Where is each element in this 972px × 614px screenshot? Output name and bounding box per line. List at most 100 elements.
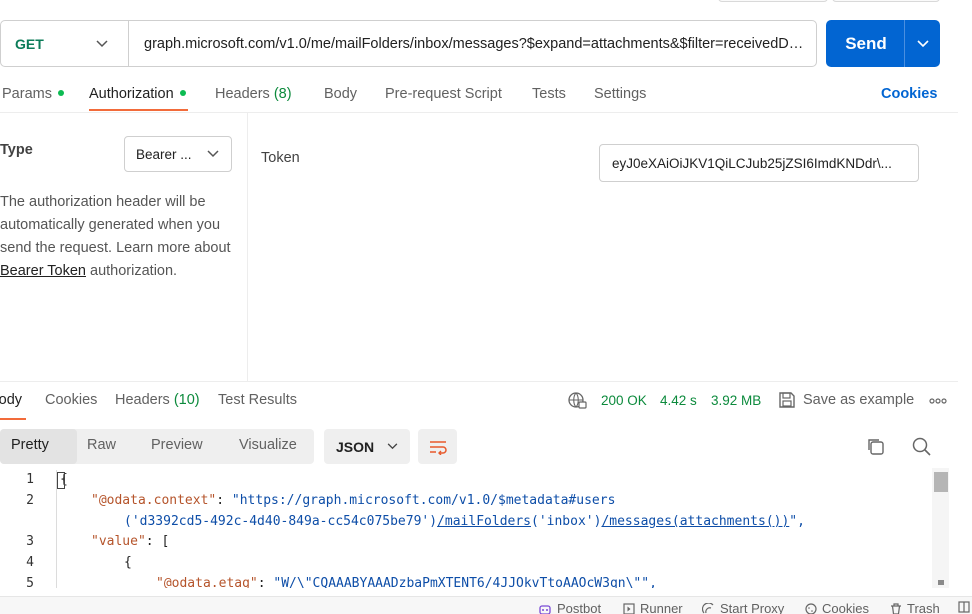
active-tab-underline bbox=[89, 109, 188, 111]
tab-test-results[interactable]: Test Results bbox=[218, 392, 297, 408]
layout-icon[interactable] bbox=[958, 601, 970, 613]
bearer-token-link[interactable]: Bearer Token bbox=[0, 263, 86, 279]
params-indicator-dot bbox=[57, 90, 64, 97]
url-input[interactable]: graph.microsoft.com/v1.0/me/mailFolders/… bbox=[129, 36, 809, 52]
tab-settings[interactable]: Settings bbox=[594, 86, 646, 102]
code-line: ('d3392cd5-492c-4d40-849a-cc54c075be79')… bbox=[124, 514, 805, 529]
headers-count: (8) bbox=[273, 86, 292, 102]
tab-tests[interactable]: Tests bbox=[532, 86, 566, 102]
code-line: { bbox=[124, 555, 132, 570]
url-bar: GET graph.microsoft.com/v1.0/me/mailFold… bbox=[0, 20, 817, 67]
send-options-chevron-icon[interactable] bbox=[905, 39, 940, 48]
json-punct: : bbox=[257, 576, 274, 588]
tab-response-cookies[interactable]: Cookies bbox=[45, 392, 97, 408]
footer-runner[interactable]: Runner bbox=[623, 601, 683, 614]
postbot-icon bbox=[538, 603, 552, 614]
save-as-example-button[interactable]: Save as example bbox=[803, 392, 914, 408]
code-line: "@odata.context": "https://graph.microso… bbox=[91, 493, 615, 508]
footer-start-proxy[interactable]: Start Proxy bbox=[702, 601, 784, 614]
tab-headers-label: Headers bbox=[215, 86, 270, 102]
cookies-link[interactable]: Cookies bbox=[881, 86, 937, 102]
divider bbox=[0, 381, 958, 382]
tab-params[interactable]: Params bbox=[2, 86, 64, 102]
tab-authorization[interactable]: Authorization bbox=[89, 86, 186, 102]
token-value: eyJ0eXAiOiJKV1QiLCJub25jZSI6ImdKNDdr\... bbox=[612, 155, 892, 171]
token-input[interactable]: eyJ0eXAiOiJKV1QiLCJub25jZSI6ImdKNDdr\... bbox=[599, 144, 919, 182]
json-string: ", bbox=[789, 514, 805, 529]
json-string: "https://graph.microsoft.com/v1.0/$metad… bbox=[231, 493, 616, 508]
footer-postbot[interactable]: Postbot bbox=[538, 601, 601, 614]
save-icon bbox=[778, 391, 796, 409]
tab-params-label: Params bbox=[2, 86, 52, 102]
response-size[interactable]: 3.92 MB bbox=[711, 393, 761, 408]
auth-type-label: Type bbox=[0, 142, 33, 158]
json-link[interactable]: /mailFolders bbox=[437, 514, 531, 529]
send-label: Send bbox=[845, 33, 887, 53]
tab-headers[interactable]: Headers (8) bbox=[215, 86, 292, 102]
format-value: JSON bbox=[336, 438, 375, 455]
footer-cookies-label: Cookies bbox=[822, 601, 869, 614]
view-raw[interactable]: Raw bbox=[87, 437, 116, 453]
method-select[interactable]: GET bbox=[1, 21, 129, 66]
auth-divider bbox=[247, 112, 248, 382]
footer-start-proxy-label: Start Proxy bbox=[720, 601, 785, 614]
auth-description-text: The authorization header will be automat… bbox=[0, 194, 231, 256]
tab-pre-request-script[interactable]: Pre-request Script bbox=[385, 86, 502, 102]
cookie-icon bbox=[805, 602, 817, 614]
scroll-down-arrow[interactable] bbox=[938, 580, 944, 585]
json-string: ('inbox') bbox=[531, 514, 602, 529]
auth-description-suffix: authorization. bbox=[85, 263, 178, 279]
json-key: "@odata.etag" bbox=[156, 576, 258, 588]
auth-type-value: Bearer ... bbox=[136, 146, 192, 162]
top-toolbar-stub bbox=[832, 0, 940, 2]
globe-network-icon[interactable] bbox=[568, 392, 588, 410]
format-select[interactable]: JSON bbox=[324, 429, 410, 464]
view-pretty[interactable]: Pretty bbox=[11, 437, 49, 453]
json-punct: : [ bbox=[145, 534, 170, 549]
method-label: GET bbox=[15, 35, 44, 52]
divider bbox=[0, 112, 958, 113]
tab-authorization-label: Authorization bbox=[89, 86, 174, 102]
code-line: "value": [ bbox=[91, 534, 169, 549]
footer-cookies[interactable]: Cookies bbox=[805, 601, 869, 614]
auth-type-select[interactable]: Bearer ... bbox=[124, 136, 232, 172]
line-number: 3 bbox=[26, 534, 34, 549]
token-label: Token bbox=[261, 150, 300, 166]
tab-response-body[interactable]: Body bbox=[0, 392, 22, 408]
code-scrollbar-thumb[interactable] bbox=[934, 472, 948, 492]
json-link[interactable]: /messages(attachments()) bbox=[601, 514, 789, 529]
tab-response-headers-label: Headers bbox=[115, 392, 170, 408]
response-status[interactable]: 200 OK bbox=[601, 393, 647, 408]
tab-body[interactable]: Body bbox=[324, 86, 357, 102]
wrap-lines-button[interactable] bbox=[418, 429, 457, 464]
footer-postbot-label: Postbot bbox=[557, 601, 602, 614]
view-visualize[interactable]: Visualize bbox=[239, 437, 297, 453]
response-time[interactable]: 4.42 s bbox=[660, 393, 697, 408]
send-button[interactable]: Send bbox=[826, 20, 940, 67]
json-key: "value" bbox=[91, 534, 146, 549]
line-number: 1 bbox=[26, 472, 34, 487]
tab-response-headers[interactable]: Headers (10) bbox=[115, 392, 200, 408]
active-response-tab-underline bbox=[0, 418, 26, 420]
auth-description: The authorization header will be automat… bbox=[0, 191, 240, 283]
line-number: 2 bbox=[26, 493, 34, 508]
chevron-down-icon bbox=[387, 443, 398, 450]
search-icon[interactable] bbox=[912, 437, 931, 456]
json-key: "@odata.context" bbox=[91, 493, 217, 508]
wrap-lines-icon bbox=[428, 439, 448, 455]
view-preview[interactable]: Preview bbox=[151, 437, 203, 453]
authorization-indicator-dot bbox=[179, 90, 186, 97]
chevron-down-icon bbox=[96, 39, 108, 48]
more-options-icon[interactable] bbox=[929, 398, 947, 404]
json-string: "W/\"CQAAABYAAADzbaPmXTENT6/4JJOkvTtoAAO… bbox=[273, 576, 657, 588]
chevron-down-icon bbox=[207, 150, 219, 158]
copy-icon[interactable] bbox=[866, 437, 885, 456]
top-toolbar-stub bbox=[718, 0, 828, 2]
runner-icon bbox=[623, 602, 635, 614]
code-line: "@odata.etag": "W/\"CQAAABYAAADzbaPmXTEN… bbox=[156, 576, 657, 588]
text-cursor bbox=[57, 472, 65, 489]
response-code-editor[interactable]: 1 2 3 4 5 { "@odata.context": "https://g… bbox=[0, 468, 955, 588]
trash-icon bbox=[890, 602, 902, 614]
footer-trash[interactable]: Trash bbox=[890, 601, 940, 614]
json-string: ('d3392cd5-492c-4d40-849a-cc54c075be79') bbox=[124, 514, 438, 529]
